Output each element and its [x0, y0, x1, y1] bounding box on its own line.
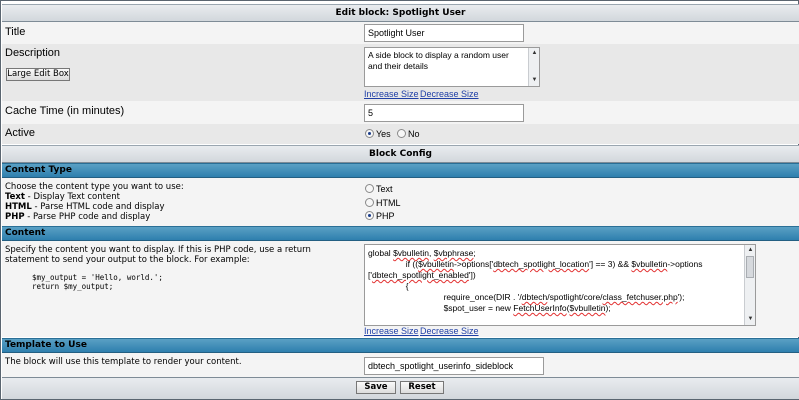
code-line: $spot_user = new FetchUserInfo($vbulleti…: [368, 303, 611, 313]
cache-time-input[interactable]: 5: [364, 104, 524, 122]
title-label: Title: [5, 26, 26, 38]
template-description: The block will use this template to rend…: [5, 357, 242, 367]
content-code-textarea[interactable]: global $vbulletin, $vbphrase; if (($vbul…: [364, 244, 756, 326]
content-section-header: Content: [2, 226, 799, 241]
form-header: Edit block: Spotlight User: [2, 4, 799, 22]
cache-time-row: Cache Time (in minutes) 5: [2, 101, 799, 124]
block-config-header: Block Config: [2, 145, 799, 163]
html-option-label: HTML: [376, 198, 401, 208]
html-type-name: HTML: [5, 202, 32, 212]
description-decrease-size-link[interactable]: Decrease Size: [420, 89, 479, 99]
example-code-line2: return $my_output;: [32, 282, 114, 291]
description-textarea[interactable]: A side block to display a random user an…: [364, 47, 540, 87]
content-type-html-option[interactable]: HTML: [365, 198, 401, 208]
description-row: Description Large Edit Box A side block …: [2, 44, 799, 101]
code-line: require_once(DIR . '/dbtech/spotlight/co…: [368, 292, 685, 302]
radio-icon[interactable]: [365, 198, 374, 207]
php-option-label: PHP: [376, 211, 395, 221]
code-line: ['dbtech_spotlight_enabled']): [368, 270, 476, 280]
example-code-line1: $my_output = 'Hello, world.';: [32, 273, 163, 282]
html-type-desc: - Parse HTML code and display: [31, 202, 165, 212]
text-type-desc: - Display Text content: [24, 192, 120, 202]
form-title: Edit block: Spotlight User: [335, 8, 466, 18]
block-config-title: Block Config: [369, 149, 432, 159]
content-type-intro: Choose the content type you want to use:: [5, 182, 184, 192]
content-decrease-size-link[interactable]: Decrease Size: [420, 326, 479, 336]
scroll-up-icon[interactable]: ▲: [530, 49, 539, 58]
description-scrollbar[interactable]: ▲ ▼: [528, 48, 539, 86]
content-scrollbar[interactable]: ▲ ▼: [744, 245, 755, 325]
large-edit-box-button[interactable]: Large Edit Box: [6, 68, 70, 81]
content-type-section-title: Content Type: [5, 165, 72, 175]
content-type-text-desc: Text - Display Text content: [5, 192, 120, 202]
php-type-name: PHP: [5, 212, 25, 222]
template-section-title: Template to Use: [5, 340, 87, 350]
template-row: The block will use this template to rend…: [2, 353, 799, 377]
content-type-php-desc: PHP - Parse PHP code and display: [5, 212, 150, 222]
content-row: Specify the content you want to display.…: [2, 241, 799, 337]
text-option-label: Text: [376, 184, 393, 194]
content-type-section-header: Content Type: [2, 163, 799, 178]
template-section-header: Template to Use: [2, 338, 799, 353]
edit-block-form: Edit block: Spotlight User Title Spotlig…: [0, 0, 799, 400]
cache-time-label: Cache Time (in minutes): [5, 105, 125, 117]
content-type-html-desc: HTML - Parse HTML code and display: [5, 202, 165, 212]
active-label: Active: [5, 127, 35, 139]
radio-icon[interactable]: [397, 129, 406, 138]
title-input[interactable]: Spotlight User: [364, 24, 524, 42]
scroll-down-icon[interactable]: ▼: [530, 76, 539, 85]
description-text: A side block to display a random user an…: [368, 50, 509, 71]
active-yes-option[interactable]: Yes: [365, 129, 391, 139]
active-row: Active Yes No: [2, 124, 799, 144]
code-line: if (($vbulletin->options['dbtech_spotlig…: [368, 259, 703, 269]
radio-selected-icon[interactable]: [365, 211, 374, 220]
active-no-option[interactable]: No: [397, 129, 420, 139]
text-type-name: Text: [5, 192, 25, 202]
content-type-text-option[interactable]: Text: [365, 184, 393, 194]
content-description: Specify the content you want to display.…: [5, 245, 311, 265]
code-line: global $vbulletin, $vbphrase;: [368, 248, 476, 258]
scroll-up-icon[interactable]: ▲: [746, 246, 755, 255]
php-type-desc: - Parse PHP code and display: [24, 212, 151, 222]
template-input[interactable]: dbtech_spotlight_userinfo_sideblock: [364, 357, 544, 375]
save-button[interactable]: Save: [356, 381, 396, 394]
content-type-row: Choose the content type you want to use:…: [2, 178, 799, 226]
reset-button[interactable]: Reset: [400, 381, 444, 394]
active-yes-label: Yes: [376, 129, 391, 139]
description-increase-size-link[interactable]: Increase Size: [364, 89, 419, 99]
content-type-php-option[interactable]: PHP: [365, 211, 395, 221]
description-label: Description: [5, 47, 61, 59]
active-no-label: No: [408, 129, 420, 139]
scroll-thumb[interactable]: [746, 256, 754, 278]
code-line: {: [368, 281, 409, 291]
radio-icon[interactable]: [365, 184, 374, 193]
title-row: Title Spotlight User: [2, 22, 799, 44]
radio-selected-icon[interactable]: [365, 129, 374, 138]
scroll-down-icon[interactable]: ▼: [746, 315, 755, 324]
content-section-title: Content: [5, 228, 46, 238]
content-increase-size-link[interactable]: Increase Size: [364, 326, 419, 336]
